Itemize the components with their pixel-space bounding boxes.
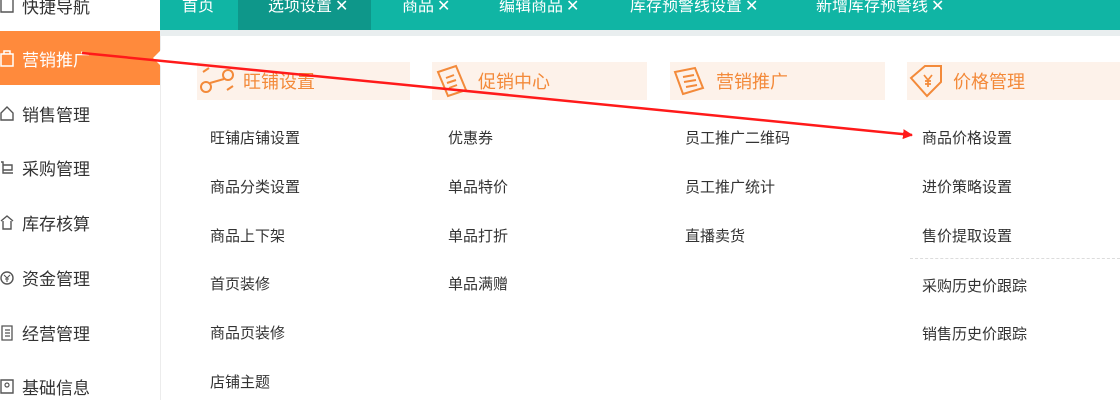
sidebar-item-label: 快捷导航 [22, 0, 90, 18]
sidebar-item-label: 销售管理 [22, 105, 90, 126]
tab-add-stock-warning[interactable]: 新增库存预警线 ✕ [816, 0, 966, 30]
divider [910, 258, 1120, 259]
cart-icon [0, 157, 14, 177]
group-header-promotion-center: 促销中心 [432, 62, 647, 100]
group-header-marketing-promotion: 营销推广 [670, 62, 885, 100]
money-icon [0, 267, 14, 287]
menu-item-goods-page-decoration[interactable]: 商品页装修 [210, 322, 285, 343]
sidebar-item-funds[interactable]: 资金管理 [0, 250, 160, 304]
menu-item-single-gift[interactable]: 单品满赠 [448, 273, 508, 294]
menu-item-store-theme[interactable]: 店铺主题 [210, 371, 270, 392]
menu-item-purchase-price-strategy[interactable]: 进价策略设置 [922, 176, 1012, 197]
warehouse-icon [0, 212, 14, 232]
group-title: 营销推广 [716, 72, 788, 93]
menu-item-single-special-price[interactable]: 单品特价 [448, 176, 508, 197]
close-icon[interactable]: ✕ [437, 0, 450, 15]
sidebar-item-label: 资金管理 [22, 269, 90, 290]
close-icon[interactable]: ✕ [335, 0, 348, 15]
tab-label: 新增库存预警线 [816, 0, 929, 15]
menu-item-goods-shelving[interactable]: 商品上下架 [210, 225, 285, 246]
menu-item-shop-store-settings[interactable]: 旺铺店铺设置 [210, 127, 300, 148]
sidebar-item-basic-info[interactable]: 基础信息 [0, 359, 160, 413]
tab-goods[interactable]: 商品 ✕ [402, 0, 472, 30]
menu-item-live-selling[interactable]: 直播卖货 [685, 225, 745, 246]
group-title: 价格管理 [953, 72, 1025, 93]
sidebar-item-inventory[interactable]: 库存核算 [0, 195, 160, 249]
tab-label: 编辑商品 [499, 0, 564, 15]
tab-home[interactable]: 首页 [182, 0, 238, 30]
sidebar-item-label: 营销推广 [22, 50, 90, 71]
close-icon[interactable]: ✕ [745, 0, 758, 15]
group-title: 旺铺设置 [243, 72, 315, 93]
tab-label: 选项设置 [268, 0, 333, 15]
menu-item-goods-price-settings[interactable]: 商品价格设置 [922, 127, 1012, 148]
promotion-icon [670, 64, 710, 98]
sidebar-item-marketing[interactable]: 营销推广 [0, 31, 161, 85]
tab-bar: 首页 选项设置 ✕ 商品 ✕ 编辑商品 ✕ 库存预警线设置 ✕ 新增库存预警线 ✕ [160, 0, 1120, 36]
tab-options-settings[interactable]: 选项设置 ✕ [238, 0, 371, 30]
home-icon [0, 103, 14, 123]
menu-item-category-settings[interactable]: 商品分类设置 [210, 176, 300, 197]
close-icon[interactable]: ✕ [566, 0, 579, 15]
shop-settings-icon [197, 64, 237, 98]
menu-item-home-decoration[interactable]: 首页装修 [210, 273, 270, 294]
bag-icon [0, 48, 14, 68]
sidebar-item-label: 库存核算 [22, 214, 90, 235]
tab-edit-goods[interactable]: 编辑商品 ✕ [499, 0, 599, 30]
close-icon[interactable]: ✕ [931, 0, 944, 15]
sidebar-item-operations[interactable]: 经营管理 [0, 305, 160, 359]
sidebar-item-label: 基础信息 [22, 378, 90, 399]
menu-item-purchase-history-price[interactable]: 采购历史价跟踪 [922, 275, 1027, 296]
sidebar: 快捷导航 营销推广 销售管理 采购管理 库存核算 资金管理 经营管理 基础信息 [0, 0, 161, 400]
menu-item-sale-price-extract[interactable]: 售价提取设置 [922, 225, 1012, 246]
sidebar-item-quick-nav[interactable]: 快捷导航 [0, 0, 160, 32]
coupon-icon [432, 64, 472, 98]
tab-label: 商品 [402, 0, 435, 15]
sidebar-item-label: 经营管理 [22, 324, 90, 345]
menu-item-coupon[interactable]: 优惠券 [448, 127, 493, 148]
group-header-shop-settings: 旺铺设置 [197, 62, 410, 100]
sidebar-item-label: 采购管理 [22, 159, 90, 180]
tab-label: 库存预警线设置 [630, 0, 743, 15]
group-header-price-management: 价格管理 [907, 62, 1120, 100]
menu-item-single-discount[interactable]: 单品打折 [448, 225, 508, 246]
group-title: 促销中心 [478, 72, 550, 93]
menu-item-staff-qrcode[interactable]: 员工推广二维码 [685, 127, 790, 148]
tab-stock-warning-settings[interactable]: 库存预警线设置 ✕ [630, 0, 780, 30]
sidebar-item-sales[interactable]: 销售管理 [0, 86, 160, 140]
menu-item-staff-statistics[interactable]: 员工推广统计 [685, 176, 775, 197]
id-card-icon [0, 376, 14, 396]
sidebar-item-purchase[interactable]: 采购管理 [0, 140, 160, 194]
tab-label: 首页 [182, 0, 215, 15]
star-icon [0, 0, 14, 15]
menu-item-sales-history-price[interactable]: 销售历史价跟踪 [922, 323, 1027, 344]
price-tag-icon [907, 64, 947, 98]
list-icon [0, 322, 14, 342]
